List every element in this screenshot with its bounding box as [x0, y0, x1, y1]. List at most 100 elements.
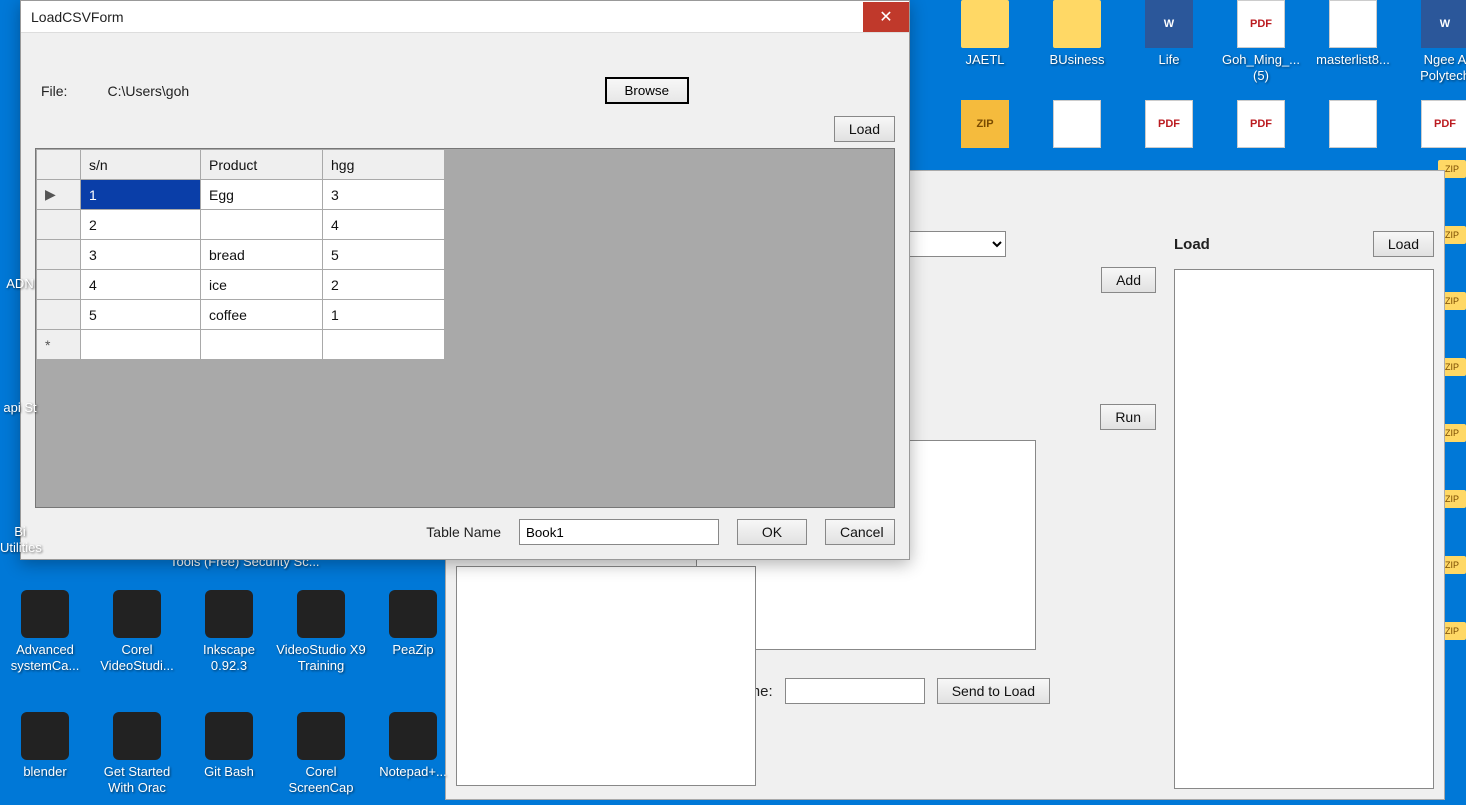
file-icon	[1329, 0, 1377, 48]
desktop-icon[interactable]: Get Started With Orac	[92, 712, 182, 795]
desktop-icon[interactable]: Corel VideoStudi...	[92, 590, 182, 673]
grid-cell-sn[interactable]: 3	[81, 240, 201, 270]
table-row[interactable]: 3bread5	[37, 240, 445, 270]
desktop-icon[interactable]: masterlist8...	[1308, 0, 1398, 68]
file-icon: ZIP	[961, 100, 1009, 148]
grid-rowheader-blank	[37, 150, 81, 180]
grid-cell-hgg[interactable]: 4	[323, 210, 445, 240]
desktop-icon-label: Get Started With Orac	[92, 764, 182, 795]
desktop-icon[interactable]	[1308, 100, 1398, 152]
desktop-icon[interactable]: W Life	[1124, 0, 1214, 68]
bg-load-button[interactable]: Load	[1373, 231, 1434, 257]
grid-cell-hgg[interactable]: 3	[323, 180, 445, 210]
desktop-icon-label: Life	[1124, 52, 1214, 68]
file-icon	[21, 712, 69, 760]
desktop-icon[interactable]: PeaZip	[368, 590, 458, 658]
grid-cell-sn[interactable]: 2	[81, 210, 201, 240]
table-row[interactable]: ▶1Egg3	[37, 180, 445, 210]
grid-row-marker	[37, 270, 81, 300]
bg-add-button[interactable]: Add	[1101, 267, 1156, 293]
desktop-icon-label: Goh_Ming_... (5)	[1216, 52, 1306, 83]
bg-script-name-input[interactable]	[785, 678, 925, 704]
file-icon: PDF	[1421, 100, 1466, 148]
table-row[interactable]: 5coffee1	[37, 300, 445, 330]
file-icon	[1053, 100, 1101, 148]
grid-col-hgg[interactable]: hgg	[323, 150, 445, 180]
cancel-button[interactable]: Cancel	[825, 519, 895, 545]
desktop-icon-label: Corel VideoStudi...	[92, 642, 182, 673]
desktop-icon[interactable]: PDF	[1400, 100, 1466, 152]
dialog-title: LoadCSVForm	[31, 9, 863, 25]
grid-cell-product[interactable]	[201, 330, 323, 360]
grid-row-marker	[37, 300, 81, 330]
desktop-icon[interactable]: Advanced systemCa...	[0, 590, 90, 673]
desktop-icon[interactable]: BUsiness	[1032, 0, 1122, 68]
browse-button[interactable]: Browse	[605, 77, 689, 104]
grid-cell-hgg[interactable]: 2	[323, 270, 445, 300]
file-icon	[113, 712, 161, 760]
desktop-icon-label: Corel ScreenCap	[276, 764, 366, 795]
desktop-icon-label: Notepad+...	[368, 764, 458, 780]
desktop-icon[interactable]: WNgee A Polytech	[1400, 0, 1466, 83]
data-grid[interactable]: s/n Product hgg ▶1Egg3243bread54ice25cof…	[35, 148, 895, 508]
table-new-row[interactable]: *	[37, 330, 445, 360]
file-icon	[1053, 0, 1101, 48]
dialog-titlebar[interactable]: LoadCSVForm ✕	[21, 1, 909, 33]
grid-cell-sn[interactable]: 1	[81, 180, 201, 210]
desktop-icon[interactable]: PDF	[1124, 100, 1214, 152]
file-icon: W	[1145, 0, 1193, 48]
ok-button[interactable]: OK	[737, 519, 807, 545]
desktop-icon-label: BUsiness	[1032, 52, 1122, 68]
grid-cell-product[interactable]: bread	[201, 240, 323, 270]
file-icon	[113, 590, 161, 638]
file-icon	[389, 590, 437, 638]
desktop-icon[interactable]: PDFGoh_Ming_... (5)	[1216, 0, 1306, 83]
desktop-icon-label: masterlist8...	[1308, 52, 1398, 68]
grid-cell-product[interactable]: ice	[201, 270, 323, 300]
bg-left-textbox[interactable]	[456, 566, 756, 786]
desktop-icon[interactable]: blender	[0, 712, 90, 780]
file-icon: PDF	[1145, 100, 1193, 148]
grid-newrow-marker: *	[37, 330, 81, 360]
desktop-icon[interactable]: Git Bash	[184, 712, 274, 780]
desktop-icon[interactable]	[1032, 100, 1122, 152]
grid-cell-sn[interactable]: 5	[81, 300, 201, 330]
desktop-icon[interactable]: Corel ScreenCap	[276, 712, 366, 795]
desktop-partial-label: ADN	[0, 276, 40, 292]
bg-run-button[interactable]: Run	[1100, 404, 1156, 430]
desktop-icon[interactable]: ZIP	[940, 100, 1030, 152]
close-button[interactable]: ✕	[863, 2, 909, 32]
grid-col-product[interactable]: Product	[201, 150, 323, 180]
desktop-icon[interactable]: Notepad+...	[368, 712, 458, 780]
load-button[interactable]: Load	[834, 116, 895, 142]
desktop-partial-label: Bi Utilities	[0, 524, 40, 555]
desktop-icon[interactable]: VideoStudio X9 Training	[276, 590, 366, 673]
grid-row-marker	[37, 210, 81, 240]
desktop-icon[interactable]: PDF	[1216, 100, 1306, 152]
desktop-icon-label: JAETL	[940, 52, 1030, 68]
table-row[interactable]: 4ice2	[37, 270, 445, 300]
grid-cell-product[interactable]: Egg	[201, 180, 323, 210]
table-name-input[interactable]	[519, 519, 719, 545]
desktop-icon[interactable]: Inkscape 0.92.3	[184, 590, 274, 673]
desktop-icon-label: Git Bash	[184, 764, 274, 780]
file-icon: W	[1421, 0, 1466, 48]
grid-cell-sn[interactable]: 4	[81, 270, 201, 300]
grid-cell-product[interactable]: coffee	[201, 300, 323, 330]
file-path: C:\Users\goh	[107, 83, 189, 99]
loadcsv-dialog: LoadCSVForm ✕ File: C:\Users\goh Browse …	[20, 0, 910, 560]
grid-cell-hgg[interactable]	[323, 330, 445, 360]
file-icon	[1329, 100, 1377, 148]
grid-col-sn[interactable]: s/n	[81, 150, 201, 180]
bg-send-button[interactable]: Send to Load	[937, 678, 1050, 704]
bg-right-listbox[interactable]	[1174, 269, 1434, 789]
grid-cell-product[interactable]	[201, 210, 323, 240]
grid-cell-sn[interactable]	[81, 330, 201, 360]
table-row[interactable]: 24	[37, 210, 445, 240]
grid-cell-hgg[interactable]: 1	[323, 300, 445, 330]
grid-row-marker: ▶	[37, 180, 81, 210]
bg-load-label: Load	[1174, 236, 1210, 253]
desktop-icon-label: VideoStudio X9 Training	[276, 642, 366, 673]
grid-cell-hgg[interactable]: 5	[323, 240, 445, 270]
desktop-icon[interactable]: JAETL	[940, 0, 1030, 68]
